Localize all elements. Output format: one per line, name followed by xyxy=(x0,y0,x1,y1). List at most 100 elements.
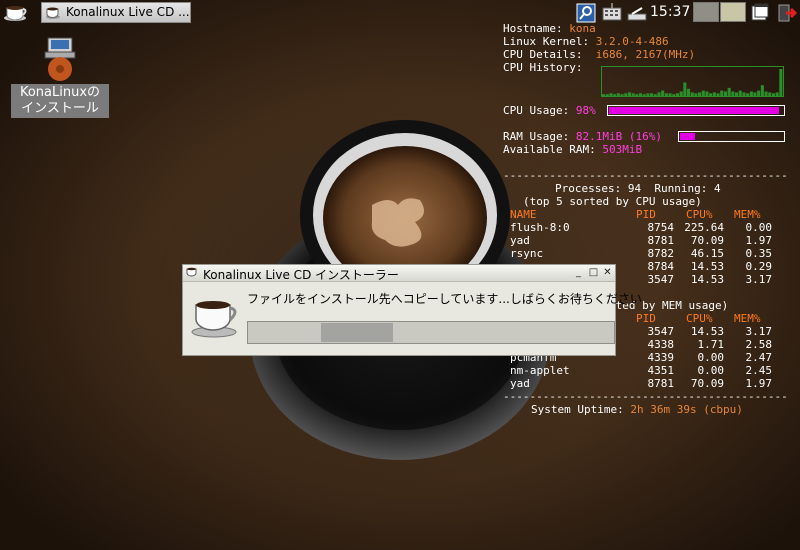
cpu-history-sample xyxy=(675,93,679,96)
mem-row-mem: 2.47 xyxy=(745,351,773,364)
cpu-row-cpu: 14.53 xyxy=(690,260,724,273)
cpu-history-sample xyxy=(613,94,617,96)
minimize-button[interactable]: _ xyxy=(573,267,584,278)
dialog-message: ファイルをインストール先へコピーしています...しばらくお待ちください xyxy=(247,292,642,306)
desktop-icon-label-line2: インストール xyxy=(21,101,99,116)
mem-row-mem: 2.45 xyxy=(745,364,773,377)
copy-progress-bar xyxy=(247,321,615,344)
cpu-history-sample xyxy=(753,92,757,96)
processes-line: Processes: 94 Running: 4 xyxy=(555,182,721,195)
cpu-row-pid: 8782 xyxy=(647,247,675,260)
cpu-row-pid: 8781 xyxy=(647,234,675,247)
cpu-sort-line: (top 5 sorted by CPU usage) xyxy=(523,195,702,208)
mem-row-mem: 1.97 xyxy=(745,377,773,390)
cpu-history-sample xyxy=(705,91,709,96)
desktop-icon-label-line1: KonaLinuxの xyxy=(19,85,101,100)
available-ram-value: 503MiB xyxy=(602,143,643,156)
cpu-history-sample xyxy=(602,94,606,96)
mem-row-pid: 8781 xyxy=(647,377,675,390)
cpu-history-sample xyxy=(679,91,683,96)
mem-row-cpu: 1.71 xyxy=(697,338,725,351)
taskbar-window-button[interactable]: Konalinux Live CD ... xyxy=(41,2,191,23)
cpu-row-cpu: 46.15 xyxy=(690,247,724,260)
cpu-history-label: CPU History: xyxy=(503,61,583,74)
cpu-row-pid: 8784 xyxy=(647,260,675,273)
cpu-row-cpu: 70.09 xyxy=(690,234,724,247)
cpu-row-name: flush-8:0 xyxy=(510,221,570,234)
cpu-history-sample xyxy=(694,93,698,96)
cpu-details-label: CPU Details: xyxy=(503,48,583,61)
cpu-history-sample xyxy=(627,92,631,96)
progress-pulse xyxy=(321,323,393,342)
available-ram-line: Available RAM: 503MiB xyxy=(503,143,642,156)
cpu-usage-line: CPU Usage: 98% xyxy=(503,104,596,117)
hostname-value: kona xyxy=(569,22,596,35)
cpu-history-sample xyxy=(605,94,609,96)
cpu-history-sample xyxy=(620,94,624,96)
mem-row-cpu: 0.00 xyxy=(697,351,725,364)
cpu-history-sample xyxy=(712,92,716,96)
mem-row-mem: 3.17 xyxy=(745,325,773,338)
kernel-label: Linux Kernel: xyxy=(503,35,590,48)
cpu-history-sample xyxy=(723,91,727,96)
keyboard-icon[interactable] xyxy=(602,2,622,24)
cpu-history-sample xyxy=(779,69,783,96)
logout-icon[interactable] xyxy=(776,2,798,24)
cpu-history-sample xyxy=(683,82,687,96)
cpu-history-sample xyxy=(727,87,731,96)
cpu-history-sample xyxy=(742,92,746,96)
header-name: NAME xyxy=(510,208,537,221)
taskbar-window-label: Konalinux Live CD ... xyxy=(66,5,190,19)
cpu-row-pid: 8754 xyxy=(647,221,675,234)
cpu-history-sample xyxy=(668,93,672,96)
cpu-history-sample xyxy=(624,93,628,96)
installer-dialog: Konalinux Live CD インストーラー _ □ ✕ ファイルをインス… xyxy=(182,264,642,356)
cpu-history-sample xyxy=(720,90,724,96)
uptime-label: System Uptime: xyxy=(531,403,624,416)
maximize-button[interactable]: □ xyxy=(588,267,599,278)
cpu-usage-value: 98% xyxy=(575,104,596,117)
workspace-2[interactable] xyxy=(720,2,746,22)
cpu-history-sample xyxy=(701,90,705,96)
workspace-1[interactable] xyxy=(693,2,719,22)
mem-row-name: nm-applet xyxy=(510,364,570,377)
mem-row-pid: 4339 xyxy=(647,351,675,364)
cpu-history-sample xyxy=(657,92,661,96)
cpu-history-sample xyxy=(635,94,639,96)
mem-row-name: yad xyxy=(510,377,530,390)
available-ram-label: Available RAM: xyxy=(503,143,596,156)
divider-line-2: ----------------------------------------… xyxy=(503,390,788,403)
window-list-icon[interactable] xyxy=(750,2,770,24)
cpu-row-cpu: 14.53 xyxy=(690,273,724,286)
cpu-details-value: i686, 2167(MHz) xyxy=(595,48,696,61)
cpu-history-sample xyxy=(735,92,739,96)
menu-cup-icon[interactable] xyxy=(3,3,31,23)
cpu-history-sample xyxy=(709,93,713,96)
cpu-row-row: yad 8781 70.09 1.97 xyxy=(510,234,772,247)
dialog-titlebar[interactable]: Konalinux Live CD インストーラー _ □ ✕ xyxy=(183,265,615,282)
cpu-usage-label: CPU Usage: xyxy=(503,104,570,117)
mem-row-pid: 4338 xyxy=(647,338,675,351)
cpu-row-row: rsync 8782 46.15 0.35 xyxy=(510,247,772,260)
network-icon[interactable] xyxy=(626,2,648,24)
ram-usage-value: 82.1MiB (16%) xyxy=(575,130,662,143)
cpu-history-sample xyxy=(672,94,676,96)
cpu-row-mem: 0.29 xyxy=(745,260,773,273)
cpu-history-sample xyxy=(746,93,750,96)
cpu-row-cpu: 225.64 xyxy=(684,221,724,234)
desktop-icon-install[interactable]: KonaLinuxの インストール xyxy=(11,36,109,118)
ram-usage-line: RAM Usage: 82.1MiB (16%) xyxy=(503,130,662,143)
cpu-row-name: yad xyxy=(510,234,530,247)
cpu-history-sample xyxy=(653,94,657,96)
search-icon[interactable] xyxy=(576,2,596,24)
mem-row-pid: 4351 xyxy=(647,364,675,377)
cpu-row-pid: 3547 xyxy=(647,273,675,286)
close-button[interactable]: ✕ xyxy=(602,267,613,278)
cpu-history-sample xyxy=(650,93,654,96)
hostname-label: Hostname: xyxy=(503,22,563,35)
uptime-line: System Uptime: 2h 36m 39s (cbpu) xyxy=(531,403,743,416)
kernel-line: Linux Kernel: 3.2.0-4-486 xyxy=(503,35,669,48)
mem-row-cpu: 0.00 xyxy=(697,364,725,377)
dialog-title: Konalinux Live CD インストーラー xyxy=(203,268,399,282)
clock[interactable]: 15:37 xyxy=(650,4,690,20)
